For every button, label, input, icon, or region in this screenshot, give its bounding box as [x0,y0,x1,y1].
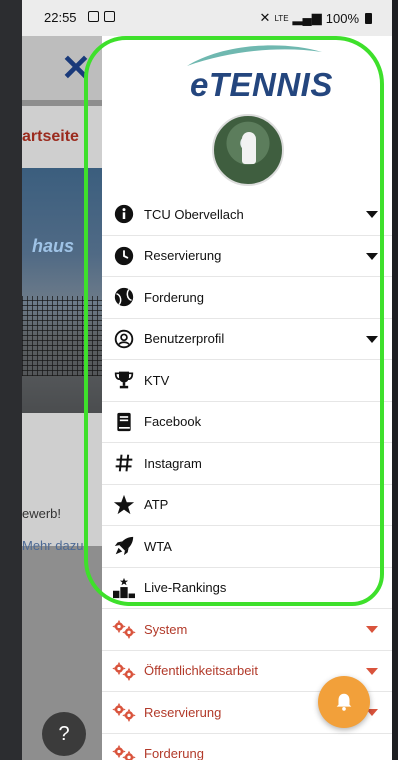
menu-item-forderung[interactable]: Forderung [102,277,392,319]
menu-item-label: WTA [144,538,172,554]
menu-item-facebook[interactable]: Facebook [102,402,392,443]
device-frame-right [392,0,398,760]
etennis-logo: eTENNIS [182,42,332,103]
menu-item-benutzerprofil[interactable]: Benutzerprofil [102,319,392,360]
menu-item-label: Öffentlichkeitsarbeit [144,663,258,679]
menu-item-label: Forderung [144,746,204,760]
brand-name: eTENNIS [190,66,333,103]
menu-item-reservierung[interactable]: Reservierung [102,236,392,277]
image-notification-icon [88,11,99,22]
status-time: 22:55 [44,10,77,25]
background-breadcrumb: artseite [22,128,79,145]
help-button[interactable]: ? [42,712,86,756]
hashtag-icon [112,451,136,475]
background-sign-text: haus [32,236,75,256]
admin-menu-item-system[interactable]: System [102,609,392,651]
menu-item-wta[interactable]: WTA [102,526,392,568]
close-icon[interactable]: ✕ [58,50,94,86]
book-icon [112,410,136,434]
signal-icon: ▂▄▆ [292,10,322,25]
status-bar: 22:55 ✕ LTE ▂▄▆ 100% [22,0,392,36]
gears-icon [112,700,136,724]
menu-item-label: Reservierung [144,248,222,264]
menu-item-ktv[interactable]: KTV [102,360,392,402]
background-card: artseite haus ewerb! Mehr dazu [22,106,102,553]
info-icon [112,202,136,226]
tennis-ball-icon [112,285,136,309]
gears-icon [112,659,136,683]
battery-icon [365,12,372,24]
background-photo: haus [22,168,102,413]
menu-item-label: Forderung [144,289,204,305]
user-circle-icon [112,327,136,351]
status-right-group: ✕ LTE ▂▄▆ 100% [260,10,372,26]
menu-item-label: Benutzerprofil [144,331,225,347]
menu-item-label: KTV [144,372,170,388]
caret-down-icon[interactable] [366,626,378,633]
background-header: ✕ [22,36,102,100]
menu-item-instagram[interactable]: Instagram [102,443,392,485]
gears-icon [112,617,136,641]
menu-item-label: TCU Obervellach [144,206,244,222]
tennis-net-image [22,296,102,376]
trophy-icon [112,368,136,392]
menu-item-label: Live-Rankings [144,580,227,596]
background-text: ewerb! [22,506,62,521]
avatar[interactable] [212,114,284,186]
notifications-button[interactable] [318,676,370,728]
menu-item-label: System [144,621,188,637]
battery-percent: 100% [325,10,359,26]
navigation-drawer: eTENNIS TCU Obervellach Reservierung Forde… [102,36,392,760]
gears-icon [112,742,136,760]
background-link[interactable]: Mehr dazu [22,538,83,553]
menu-item-live-rankings[interactable]: Live-Rankings [102,568,392,609]
check-notification-icon [104,11,115,22]
menu-item-label: Facebook [144,414,202,430]
question-icon: ? [58,723,70,745]
menu-item-tcu-obervellach[interactable]: TCU Obervellach [102,194,392,236]
bell-icon [336,693,352,711]
star-icon [112,493,136,517]
clock-icon [112,244,136,268]
device-frame-left [0,0,22,760]
admin-menu-item-forderung[interactable]: Forderung [102,734,392,760]
rocket-icon [112,534,136,558]
caret-down-icon[interactable] [366,211,378,218]
menu-item-label: Instagram [144,455,202,471]
podium-icon [112,576,136,600]
caret-down-icon[interactable] [366,335,378,343]
network-type: LTE [274,13,289,23]
menu-item-label: ATP [144,497,169,513]
caret-down-icon[interactable] [366,667,378,675]
menu-item-atp[interactable]: ATP [102,485,392,526]
mute-icon: ✕ [259,10,271,25]
avatar-figure [242,132,256,164]
background-page: ✕ artseite haus ewerb! Mehr dazu ? [22,36,102,760]
menu-item-label: Reservierung [144,704,222,720]
drawer-menu: TCU Obervellach Reservierung Forderung Benu… [102,194,392,760]
caret-down-icon[interactable] [366,252,378,260]
